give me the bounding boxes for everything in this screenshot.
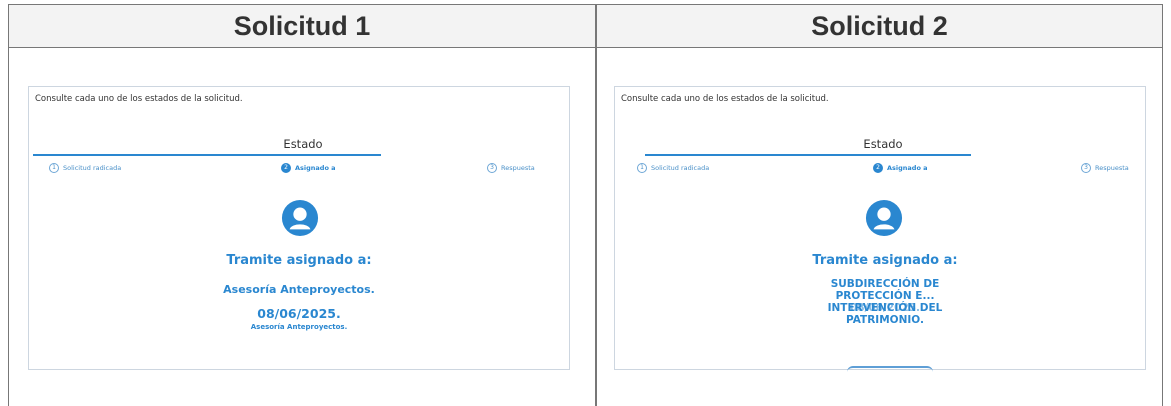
- estado-label: Estado: [283, 137, 323, 151]
- assigned-name: Asesoría Anteproyectos.: [223, 283, 375, 296]
- column-title-solicitud-2: Solicitud 2: [811, 11, 948, 41]
- step-respuesta[interactable]: 3 Respuesta: [1081, 163, 1129, 173]
- step-number: 1: [49, 163, 59, 173]
- user-avatar-icon: [865, 199, 903, 237]
- step-number: 1: [637, 163, 647, 173]
- step-label: Asignado a: [887, 164, 928, 172]
- assigned-name-line: PATRIMONIO.: [846, 314, 924, 326]
- step-label: Asignado a: [295, 164, 336, 172]
- step-solicitud-radicada[interactable]: 1 Solicitud radicada: [637, 163, 709, 173]
- column-divider: [595, 5, 597, 406]
- step-number: 3: [1081, 163, 1091, 173]
- estado-label: Estado: [863, 137, 903, 151]
- step-label: Respuesta: [501, 164, 535, 172]
- step-asignado-a[interactable]: 2 Asignado a: [281, 163, 336, 173]
- assigned-name-line: SUBDIRECCIÓN DE: [830, 278, 940, 290]
- step-number: 3: [487, 163, 497, 173]
- table-header-row: Solicitud 1 Solicitud 2: [9, 5, 1162, 48]
- assigned-name-line: PROTECCIÓN E...: [835, 290, 935, 302]
- status-panel-solicitud-1: Consulte cada uno de los estados de la s…: [28, 86, 570, 370]
- step-label: Respuesta: [1095, 164, 1129, 172]
- estado-progress-line: [645, 154, 971, 156]
- user-avatar-icon: [281, 199, 319, 237]
- step-number: 2: [873, 163, 883, 173]
- bottom-button-edge[interactable]: [847, 366, 933, 372]
- step-label: Solicitud radicada: [651, 164, 710, 172]
- intro-text: Consulte cada uno de los estados de la s…: [35, 94, 243, 104]
- column-title-solicitud-1: Solicitud 1: [233, 11, 371, 41]
- assigned-title: Tramite asignado a:: [226, 253, 372, 268]
- status-panel-solicitud-2: Consulte cada uno de los estados de la s…: [614, 86, 1146, 370]
- intro-text: Consulte cada uno de los estados de la s…: [621, 94, 829, 104]
- step-label: Solicitud radicada: [63, 164, 122, 172]
- assigned-date: 08/06/2025.: [257, 306, 341, 321]
- assigned-title: Tramite asignado a:: [812, 253, 958, 268]
- step-respuesta[interactable]: 3 Respuesta: [487, 163, 535, 173]
- assigned-sub: Asesoría Anteproyectos.: [250, 323, 348, 331]
- assigned-name-block: SUBDIRECCIÓN DE PROTECCIÓN E... INTERVEN…: [815, 278, 955, 358]
- step-solicitud-radicada[interactable]: 1 Solicitud radicada: [49, 163, 121, 173]
- estado-progress-line: [33, 154, 381, 156]
- assigned-date: 08/06/2025.: [849, 302, 921, 314]
- step-asignado-a[interactable]: 2 Asignado a: [873, 163, 928, 173]
- step-number: 2: [281, 163, 291, 173]
